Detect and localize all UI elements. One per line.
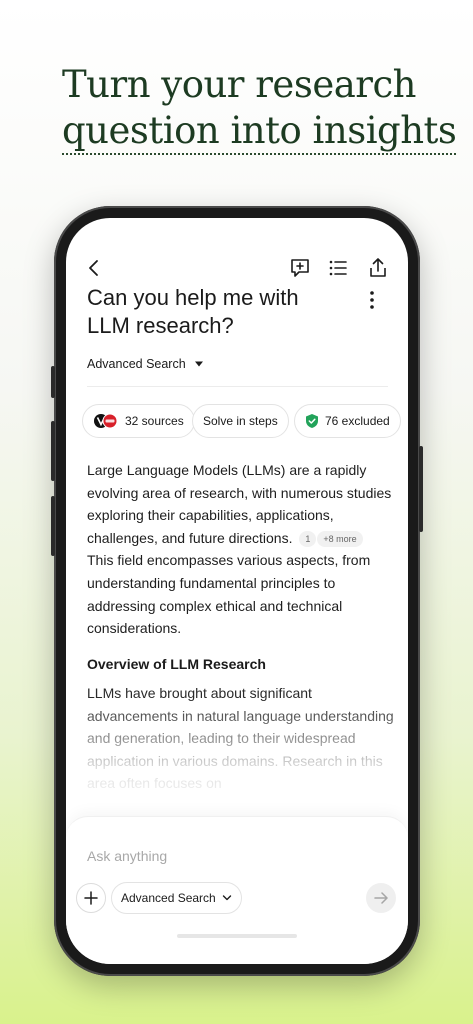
excluded-chip[interactable]: 76 excluded [294, 404, 401, 438]
home-indicator [177, 934, 297, 938]
share-icon[interactable] [366, 256, 390, 280]
shield-check-icon [305, 413, 319, 429]
app-screen: Can you help me with LLM research? Advan… [66, 218, 408, 964]
side-button [419, 446, 423, 532]
arrow-right-icon [374, 892, 388, 904]
caret-down-icon [194, 361, 203, 367]
headline: Turn your research question into insight… [62, 62, 457, 154]
chevron-down-icon [222, 895, 231, 901]
search-mode-label: Advanced Search [87, 357, 186, 371]
content-fade [66, 698, 408, 818]
back-icon[interactable] [82, 256, 106, 280]
search-mode-select[interactable]: Advanced Search [87, 357, 204, 371]
citation-more-badge[interactable]: +8 more [317, 531, 363, 548]
divider [87, 386, 388, 387]
sources-chip[interactable]: 32 sources [82, 404, 195, 438]
headline-line-1: Turn your research [62, 63, 417, 106]
ask-input[interactable]: Ask anything [87, 848, 167, 864]
citation-badge[interactable]: 1 [299, 531, 317, 548]
section-heading: Overview of LLM Research [87, 656, 266, 672]
solve-in-steps-label: Solve in steps [203, 414, 278, 428]
more-options-icon[interactable] [362, 288, 382, 312]
plus-icon [84, 891, 98, 905]
headline-line-2: question into insights [62, 109, 457, 152]
answer-text: This field encompasses various aspects, … [87, 552, 371, 637]
excluded-count: 76 excluded [325, 414, 390, 428]
side-button [51, 421, 55, 481]
list-icon[interactable] [326, 256, 350, 280]
attach-button[interactable] [76, 883, 106, 913]
new-thread-icon[interactable] [288, 256, 312, 280]
composer-mode-select[interactable]: Advanced Search [111, 882, 242, 914]
answer-paragraph-1: Large Language Models (LLMs) are a rapid… [87, 459, 397, 640]
thread-title: Can you help me with LLM research? [87, 285, 299, 338]
phone-frame: Can you help me with LLM research? Advan… [51, 206, 423, 976]
side-button [51, 366, 55, 398]
source-favicons-icon [93, 413, 119, 429]
composer-mode-label: Advanced Search [121, 891, 216, 905]
solve-in-steps-chip[interactable]: Solve in steps [192, 404, 289, 438]
sources-count: 32 sources [125, 414, 184, 428]
send-button[interactable] [366, 883, 396, 913]
side-button [51, 496, 55, 556]
